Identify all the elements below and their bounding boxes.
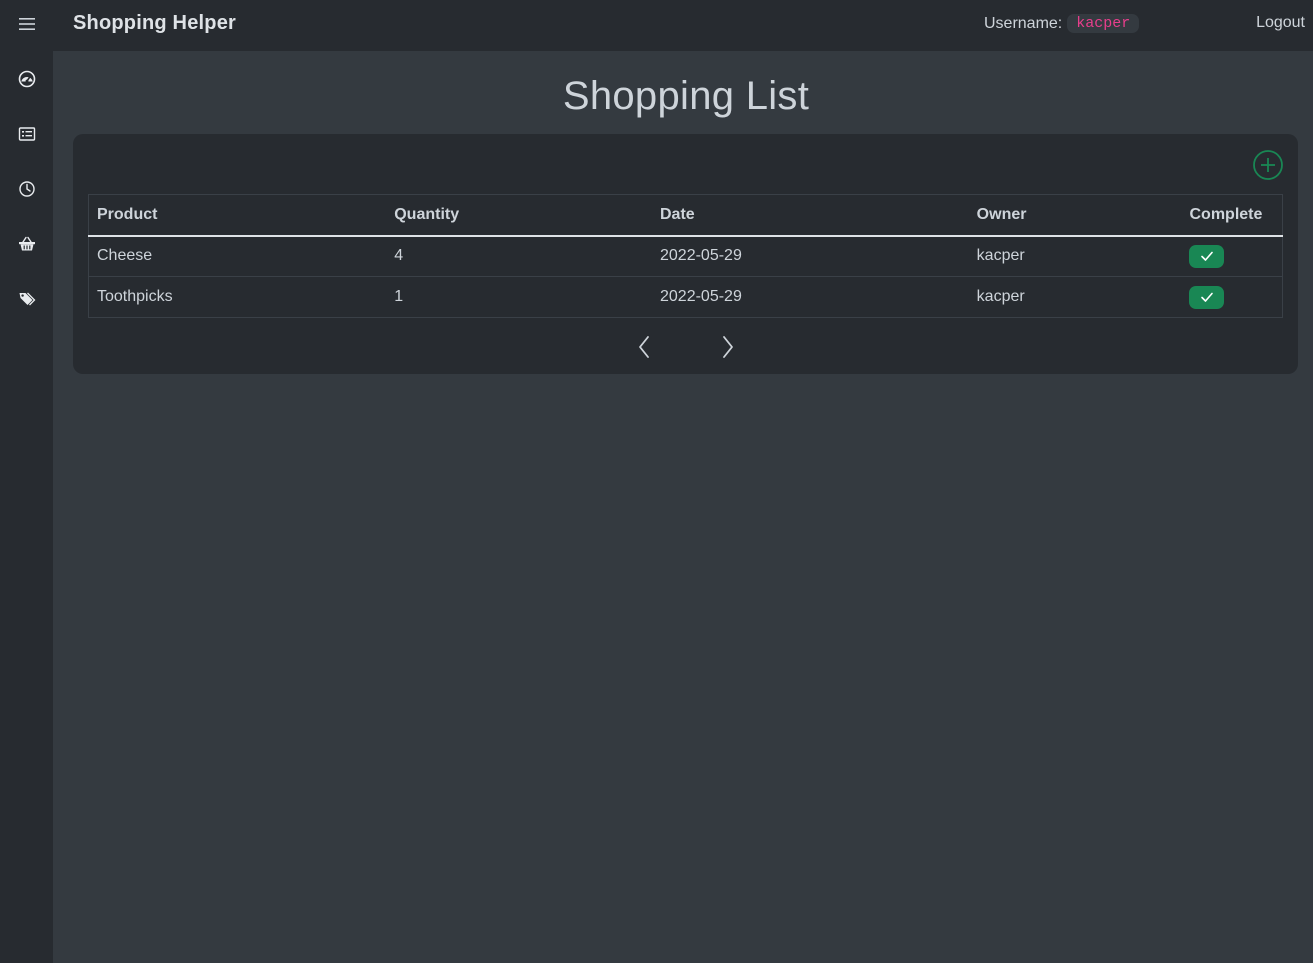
quantity-cell: 4 [386,235,652,277]
sidebar-item-history[interactable] [0,174,53,204]
owner-cell: kacper [968,235,1182,277]
owner-cell: kacper [968,276,1182,318]
column-header-date: Date [652,194,969,237]
chevron-left-icon [639,336,649,358]
complete-cell [1181,235,1283,277]
complete-button[interactable] [1189,244,1225,268]
chevron-right-icon [723,336,733,358]
dashboard-icon [18,70,35,88]
column-header-product: Product [88,194,387,237]
menu-icon [18,18,35,30]
shopping-list-table: Product Quantity Date Owner Complete Che… [88,194,1283,318]
list-icon [18,127,35,141]
product-cell: Toothpicks [88,276,387,318]
menu-toggle-button[interactable] [0,9,53,39]
plus-circle-icon [1253,150,1283,180]
sidebar-item-list[interactable] [0,119,53,149]
add-item-button[interactable] [1252,149,1284,181]
table-header-row: Product Quantity Date Owner Complete [88,194,1283,237]
complete-cell [1181,276,1283,318]
page-title: Shopping List [562,74,810,118]
sidebar-item-tags[interactable] [0,284,53,314]
top-navbar: Shopping Helper Username: kacper Logout [53,0,1313,51]
check-icon [1201,292,1213,302]
date-cell: 2022-05-29 [652,276,969,318]
sidebar-item-basket[interactable] [0,229,53,259]
shopping-list-card: Product Quantity Date Owner Complete Che… [73,134,1298,374]
previous-page-button[interactable] [634,334,654,365]
username-label: Username: [984,14,1063,32]
history-icon [18,181,35,197]
tags-icon [19,292,35,306]
check-icon [1201,251,1213,262]
user-info: Username: kacper [984,14,1140,33]
table-row: Cheese 4 2022-05-29 kacper [88,235,1283,277]
pagination [73,334,1298,360]
quantity-cell: 1 [386,276,652,318]
sidebar-item-dashboard[interactable] [0,64,53,94]
column-header-owner: Owner [968,194,1182,237]
username-value: kacper [1067,14,1140,33]
column-header-quantity: Quantity [386,194,652,237]
logout-link[interactable]: Logout [1256,14,1305,32]
basket-icon [18,236,35,251]
app-brand[interactable]: Shopping Helper [73,12,236,35]
column-header-complete: Complete [1181,194,1283,237]
table-row: Toothpicks 1 2022-05-29 kacper [88,276,1283,318]
product-cell: Cheese [88,235,387,277]
sidebar [0,0,53,963]
date-cell: 2022-05-29 [652,235,969,277]
complete-button[interactable] [1189,285,1225,309]
next-page-button[interactable] [718,334,738,365]
